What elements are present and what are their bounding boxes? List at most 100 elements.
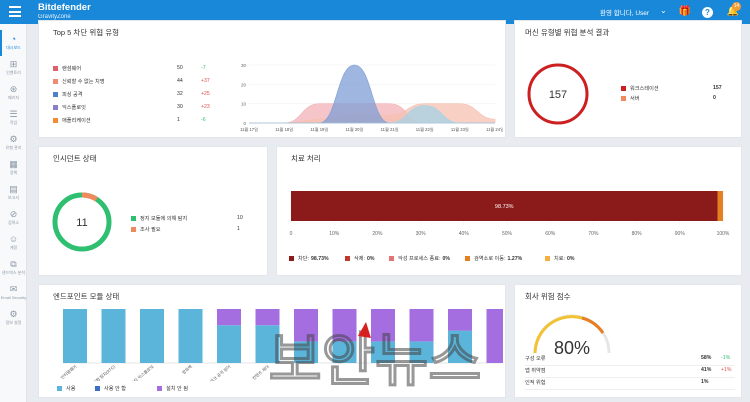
sidebar-item-label: 대시보드 bbox=[6, 45, 21, 50]
sidebar-item-label: 인벤토리 bbox=[6, 70, 21, 75]
module-bar-segment bbox=[332, 341, 357, 363]
legend-swatch bbox=[95, 386, 100, 392]
legend-swatch bbox=[53, 66, 58, 72]
user-menu[interactable]: 환영 합니다, User bbox=[600, 7, 649, 17]
threat-change: +25 bbox=[201, 91, 210, 97]
tasks-icon: ☰ bbox=[9, 109, 18, 119]
sidebar-item-2[interactable]: ⊛ 패키지 bbox=[0, 80, 27, 106]
sidebar-item-label: Email Security bbox=[0, 295, 27, 300]
sidebar-item-8[interactable]: ☺ 계정 bbox=[0, 230, 27, 256]
remediation-legend-item: 치료: 0% bbox=[545, 255, 575, 263]
risk-value: 58% bbox=[701, 355, 712, 361]
y-tick-label: 10 bbox=[241, 102, 247, 107]
threat-count: 44 bbox=[177, 78, 183, 84]
x-tick-label: 90% bbox=[675, 231, 686, 237]
y-tick-label: 20 bbox=[241, 82, 247, 87]
threat-count: 30 bbox=[177, 104, 183, 110]
threat-row: 랜섬웨어 50 -7 bbox=[53, 65, 223, 73]
help-icon[interactable]: ? bbox=[702, 7, 713, 18]
gift-icon[interactable]: 🎁 bbox=[678, 5, 692, 19]
legend-swatch bbox=[621, 86, 626, 92]
y-tick-label: 0 bbox=[243, 121, 246, 126]
legend-swatch bbox=[53, 79, 58, 85]
sidebar-item-9[interactable]: ⧉ 샌드박스 분석 bbox=[0, 255, 27, 281]
x-tick-label: 40% bbox=[459, 231, 470, 237]
email-icon: ✉ bbox=[9, 284, 18, 294]
card-title: 회사 위험 점수 bbox=[525, 292, 571, 301]
sidebar-item-label: 정책 bbox=[9, 170, 18, 175]
legend-swatch bbox=[53, 105, 58, 111]
threat-legend: 랜섬웨어 50 -7 신뢰할 수 없는 치명 44 +37 피싱 공격 32 +25 익스플로잇 3… bbox=[53, 65, 223, 135]
machine-type-card: 머신 유형별 위협 분석 결과 157 워크스테이션 157 서버 0 bbox=[514, 20, 742, 138]
module-legend-item: 사용 안 함 bbox=[95, 385, 126, 393]
sidebar-item-10[interactable]: ✉ Email Security bbox=[0, 280, 27, 306]
donut-total: 11 bbox=[76, 217, 87, 229]
module-legend-item: 사용 bbox=[57, 385, 76, 393]
remediation-legend-item: 검역소로 이동: 1.27% bbox=[465, 255, 522, 263]
module-legend-item: 설치 안 됨 bbox=[157, 385, 188, 393]
remediation-legend: 차단: 98.73% 삭제: 0% 악성 프로세스 종료: 0% 검역소로 이동: 1.27%… bbox=[289, 255, 739, 265]
incidents-legend: 정지 모듈에 의해 탐지 10 조사 필요 1 bbox=[131, 215, 261, 237]
menu-icon[interactable] bbox=[9, 6, 21, 17]
module-bar-segment bbox=[332, 309, 357, 342]
threat-change: -6 bbox=[201, 117, 206, 123]
legend-label: 검역소로 이동: bbox=[474, 256, 506, 262]
sidebar-item-1[interactable]: ⊞ 인벤토리 bbox=[0, 55, 27, 81]
sidebar-item-6[interactable]: ▤ 보고서 bbox=[0, 180, 27, 206]
machine-donut: 157 bbox=[527, 63, 589, 125]
remediation-legend-item: 삭제: 0% bbox=[345, 255, 375, 263]
brand-logo: Bitdefender GravityZone bbox=[38, 2, 91, 21]
y-tick-label: 30 bbox=[241, 63, 247, 68]
module-bar-segment bbox=[409, 309, 434, 342]
legend-value: 98.73% bbox=[311, 256, 329, 262]
chevron-down-icon[interactable]: ⌄ bbox=[660, 6, 667, 15]
x-tick-label: 11월 21일 bbox=[381, 126, 399, 133]
legend-swatch bbox=[157, 386, 162, 392]
quarantine-icon: ⊘ bbox=[9, 209, 18, 219]
threat-count: 50 bbox=[177, 65, 183, 71]
module-bar-segment bbox=[448, 330, 472, 363]
module-bar-segment bbox=[101, 309, 126, 363]
x-tick-label: 50% bbox=[502, 231, 513, 237]
legend-label: 설치 안 됨 bbox=[166, 386, 188, 392]
sidebar: ◔ 대시보드 ⊞ 인벤토리 ⊛ 패키지 ☰ 작업 ⚙ 유형 관리 ▦ 정책 ▤ 보고서 ⊘ 검역소 ☺ 계정 ⧉ 샌드… bbox=[0, 24, 27, 402]
risk-score-card: 회사 위험 점수 80% 구성 오류 58% -1% 앱 취약점 41% +1% 인적 위험… bbox=[514, 284, 742, 398]
threat-name: 랜섬웨어 bbox=[62, 66, 82, 72]
x-tick-label: 80% bbox=[632, 231, 643, 237]
sidebar-item-label: 계정 bbox=[9, 245, 18, 250]
sidebar-item-5[interactable]: ▦ 정책 bbox=[0, 155, 27, 181]
x-tick-label: 11월 18일 bbox=[275, 126, 293, 133]
x-tick-label: 20% bbox=[372, 231, 383, 237]
top-threats-card: Top 5 차단 위협 유형 랜섬웨어 50 -7 신뢰할 수 없는 치명 44 +37 피… bbox=[38, 20, 506, 138]
threat-name: 피싱 공격 bbox=[62, 92, 83, 98]
sidebar-item-4[interactable]: ⚙ 유형 관리 bbox=[0, 130, 27, 156]
remediation-bar-segment bbox=[717, 191, 723, 221]
legend-swatch bbox=[621, 96, 626, 102]
risk-name: 구성 오류 bbox=[525, 356, 546, 362]
legend-swatch bbox=[465, 256, 470, 262]
module-bar-segment bbox=[371, 341, 395, 363]
threat-row: 피싱 공격 32 +25 bbox=[53, 91, 223, 99]
x-tick-label: 컨텐츠 제어 bbox=[251, 363, 271, 381]
x-tick-label: 안티멀웨어 bbox=[59, 363, 78, 381]
sidebar-item-3[interactable]: ☰ 작업 bbox=[0, 105, 27, 131]
x-tick-label: 방화벽 bbox=[180, 363, 193, 376]
x-tick-label: 60% bbox=[545, 231, 556, 237]
sidebar-item-11[interactable]: ⚙ 정보 설정 bbox=[0, 305, 27, 331]
risk-row: 구성 오류 58% -1% bbox=[525, 355, 735, 366]
policy-icon: ▦ bbox=[9, 159, 18, 169]
legend-swatch bbox=[289, 256, 294, 262]
legend-value: 0% bbox=[442, 256, 451, 262]
dashboard-icon: ◔ bbox=[10, 34, 17, 44]
sidebar-item-0[interactable]: ◔ 대시보드 bbox=[0, 30, 27, 56]
sidebar-item-7[interactable]: ⊘ 검역소 bbox=[0, 205, 27, 231]
legend-label: 차단: bbox=[298, 256, 309, 262]
legend-swatch bbox=[345, 256, 350, 262]
donut-total: 157 bbox=[549, 89, 567, 101]
module-bar-segment bbox=[294, 341, 318, 363]
module-bar-segment bbox=[217, 325, 241, 363]
threat-name: 익스플로잇 bbox=[62, 105, 86, 111]
x-tick-label: 30% bbox=[416, 231, 427, 237]
notification-count: 14 bbox=[732, 2, 741, 11]
machine-value: 157 bbox=[713, 85, 722, 91]
